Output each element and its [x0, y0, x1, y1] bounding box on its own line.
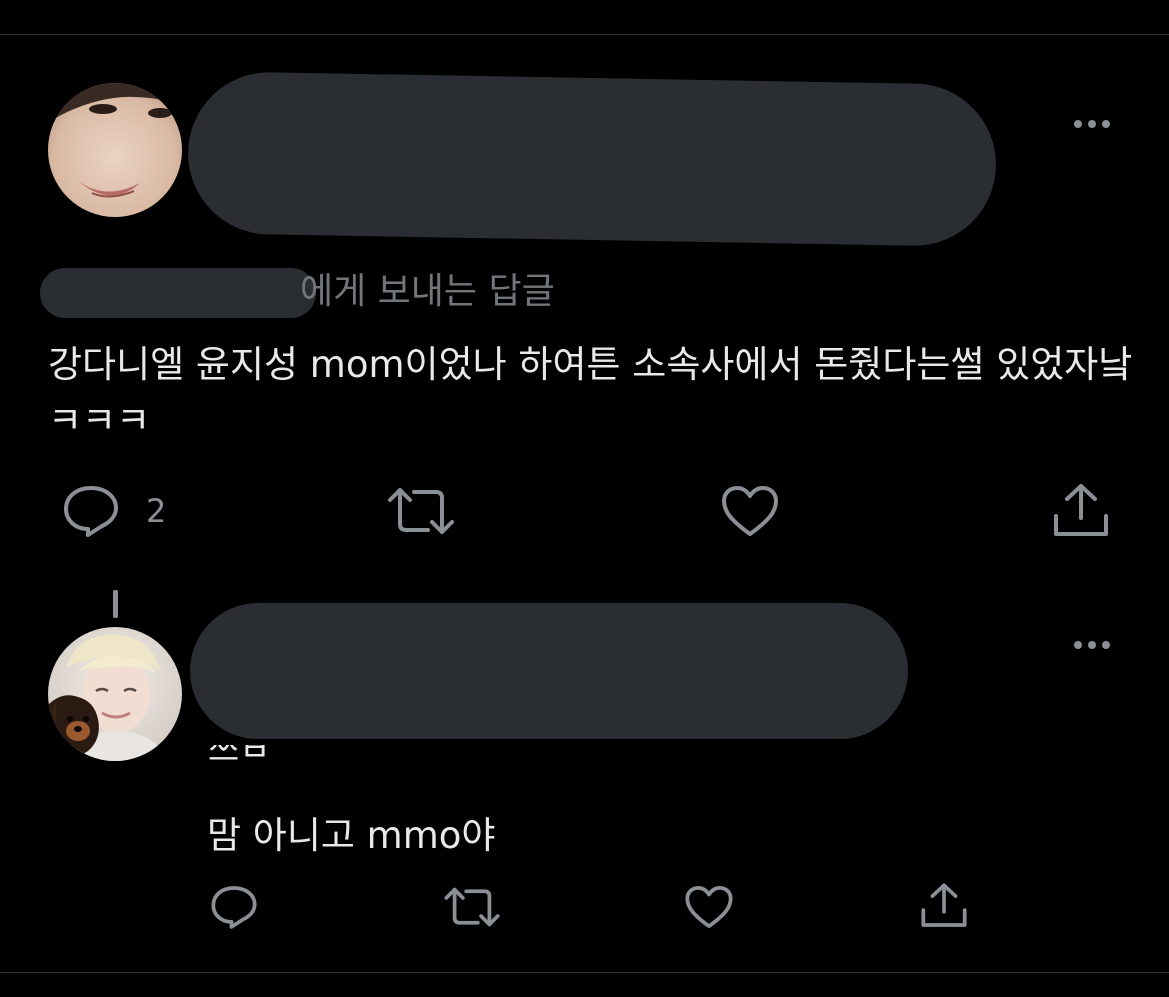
share-icon — [1054, 484, 1108, 536]
bottom-divider — [0, 972, 1169, 973]
heart-icon — [722, 486, 778, 536]
retweet-button[interactable] — [386, 484, 456, 538]
tweet-text: 맘 아니고 mmo야 — [207, 814, 496, 857]
more-options-icon[interactable] — [1074, 120, 1110, 128]
share-button[interactable] — [920, 882, 968, 930]
avatar-photo — [48, 627, 182, 761]
tweet-text: 강다니엘 윤지성 mom이었나 하여튼 소속사에서 돈줬다는썰 있었자낰ㅋㅋㅋ — [48, 343, 1133, 442]
heart-icon — [685, 885, 733, 929]
more-options-icon[interactable] — [1074, 641, 1110, 649]
share-button[interactable] — [1052, 482, 1110, 540]
avatar[interactable] — [48, 627, 182, 761]
thread-connector — [113, 590, 118, 618]
redacted-display-name — [190, 603, 908, 739]
replying-to-label: 에게 보내는 답글 — [300, 271, 555, 312]
reply-button[interactable]: 2 — [62, 484, 166, 538]
retweet-icon — [388, 488, 454, 534]
timeline: 에게 보내는 답글 강다니엘 윤지성 mom이었나 하여튼 소속사에서 돈줬다는… — [0, 0, 1169, 997]
reply-count: 2 — [146, 492, 167, 530]
like-button[interactable] — [684, 884, 734, 930]
retweet-button[interactable] — [443, 884, 501, 930]
like-button[interactable] — [720, 484, 780, 538]
comment-icon — [64, 486, 118, 537]
avatar[interactable] — [48, 83, 182, 217]
comment-icon — [211, 886, 257, 929]
top-divider — [0, 34, 1169, 35]
user-handle-partial: 쓰ㅂ — [208, 745, 271, 770]
retweet-icon — [444, 887, 500, 927]
reply-button[interactable] — [210, 884, 258, 930]
share-icon — [921, 883, 967, 927]
avatar-photo — [48, 83, 182, 217]
redacted-display-name — [186, 70, 998, 248]
redacted-reply-handle — [40, 268, 316, 318]
